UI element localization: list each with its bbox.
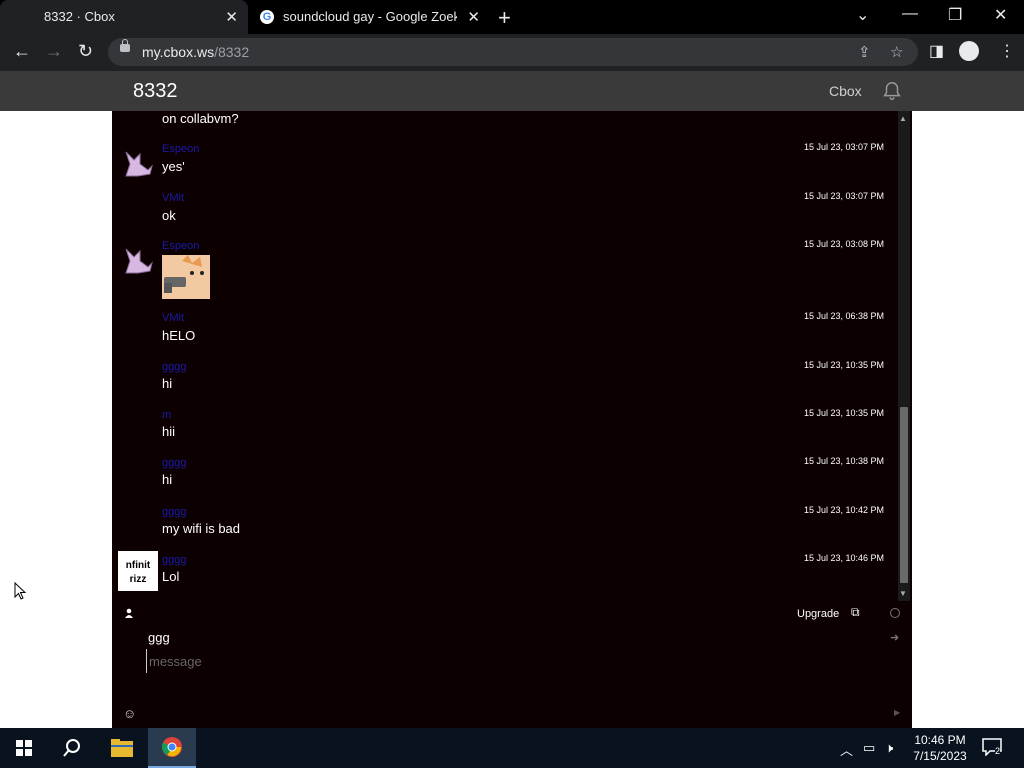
tab-title: 8332 · Cbox xyxy=(44,9,115,24)
message-text: yes' xyxy=(162,159,185,174)
chrome-taskbar-button[interactable] xyxy=(148,728,196,768)
espeon-avatar[interactable] xyxy=(118,142,158,182)
message-username[interactable]: gggg xyxy=(162,506,186,518)
message-username[interactable]: VMit xyxy=(162,192,184,204)
minimize-icon[interactable]: — xyxy=(902,5,918,23)
message-timestamp: 15 Jul 23, 03:08 PM xyxy=(803,239,884,249)
message-username[interactable]: gggg xyxy=(162,554,186,566)
show-hidden-icons-chevron-icon[interactable]: ︿ xyxy=(840,740,853,759)
share-icon[interactable]: ⇪ xyxy=(858,43,871,61)
message-timestamp: 15 Jul 23, 03:07 PM xyxy=(803,142,884,152)
notification-count-badge: 2 xyxy=(995,746,1001,756)
reload-icon[interactable]: ↻ xyxy=(78,41,93,62)
message-text: hELO xyxy=(162,328,196,343)
message-username[interactable]: gggg xyxy=(162,457,186,469)
url-text: my.cbox.ws/8332 xyxy=(142,44,250,60)
taskbar: ︿ ▭ 🕨 10:46 PM 7/15/2023 2 xyxy=(0,728,1024,768)
status-ring-icon xyxy=(890,608,900,618)
tab-title: soundcloud gay - Google Zoeken xyxy=(283,9,457,24)
search-button[interactable] xyxy=(48,728,96,768)
message-timestamp: 15 Jul 23, 10:35 PM xyxy=(803,408,884,418)
avatar-line2: rizz xyxy=(130,574,147,585)
infinite-rizz-avatar[interactable]: nfinit rizz xyxy=(118,551,158,591)
login-icon[interactable]: ➜ xyxy=(890,631,899,644)
clock-date: 7/15/2023 xyxy=(913,749,967,763)
google-icon: G xyxy=(260,10,274,24)
bell-icon[interactable] xyxy=(881,80,903,102)
message-username[interactable]: VMit xyxy=(162,312,184,324)
side-panel-icon[interactable]: ◨ xyxy=(929,41,944,61)
back-arrow-icon[interactable]: ← xyxy=(13,41,31,62)
message-timestamp: 15 Jul 23, 10:38 PM xyxy=(803,456,884,466)
tab-google-search[interactable]: G soundcloud gay - Google Zoeken ✕ xyxy=(250,0,490,34)
message-username[interactable]: Espeon xyxy=(162,143,199,155)
browser-toolbar: ← → ↻ my.cbox.ws/8332 ⇪ ☆ ◨ ⋮ xyxy=(0,34,1024,71)
box-title: 8332 xyxy=(133,80,178,102)
avatar-line1: nfinit xyxy=(126,560,151,571)
clock-time: 10:46 PM xyxy=(914,733,966,747)
close-tab-icon[interactable]: ✕ xyxy=(467,8,480,26)
menu-kebab-icon[interactable]: ⋮ xyxy=(999,41,1015,61)
cbox-link[interactable]: Cbox xyxy=(829,83,862,99)
send-arrow-icon[interactable]: ▶ xyxy=(894,708,900,717)
close-tab-icon[interactable]: ✕ xyxy=(225,8,238,26)
site-header: 8332 Cbox xyxy=(0,71,1024,111)
lock-icon xyxy=(120,39,130,52)
start-button[interactable] xyxy=(0,728,48,768)
network-icon[interactable]: ▭ xyxy=(863,740,875,756)
message-text: hii xyxy=(162,424,176,439)
profile-avatar-icon[interactable] xyxy=(959,41,979,61)
message-username[interactable]: Espeon xyxy=(162,240,199,252)
message-text: my wifi is bad xyxy=(162,521,241,536)
message-timestamp: 15 Jul 23, 10:42 PM xyxy=(803,505,884,515)
message-list[interactable]: on collabvm? Espeon yes' 15 Jul 23, 03:0… xyxy=(112,111,896,601)
windows-logo-icon xyxy=(16,740,32,756)
upgrade-link[interactable]: Upgrade xyxy=(797,608,839,620)
new-tab-icon[interactable]: + xyxy=(498,5,511,31)
tab-cbox[interactable]: 8332 · Cbox ✕ xyxy=(0,0,248,34)
address-bar[interactable]: my.cbox.ws/8332 ⇪ ☆ xyxy=(108,38,918,66)
folder-icon xyxy=(111,739,133,757)
message-timestamp: 15 Jul 23, 10:35 PM xyxy=(803,360,884,370)
bookmark-star-icon[interactable]: ☆ xyxy=(890,43,903,61)
message-text: on collabvm? xyxy=(162,111,239,126)
cat-with-gun-sticker xyxy=(162,255,210,299)
scrollbar-thumb[interactable] xyxy=(900,407,908,583)
message-username[interactable]: gggg xyxy=(162,361,186,373)
scroll-down-icon[interactable]: ▼ xyxy=(899,589,907,598)
message-text: hi xyxy=(162,472,173,487)
user-icon[interactable] xyxy=(124,608,134,618)
chrome-icon xyxy=(161,737,182,757)
chat-box: on collabvm? Espeon yes' 15 Jul 23, 03:0… xyxy=(112,111,912,728)
tab-strip: 8332 · Cbox ✕ G soundcloud gay - Google … xyxy=(0,0,1024,34)
emoji-icon[interactable]: ☺ xyxy=(123,706,136,721)
volume-muted-icon[interactable]: 🕨 xyxy=(885,740,893,756)
search-icon xyxy=(63,739,80,757)
mouse-cursor-icon xyxy=(14,582,26,600)
forward-arrow-icon[interactable]: → xyxy=(45,41,63,62)
tab-search-chevron-icon[interactable]: ⌄ xyxy=(856,5,869,25)
message-input[interactable] xyxy=(146,649,751,673)
name-field[interactable]: ggg xyxy=(148,630,170,645)
restore-icon[interactable]: ❐ xyxy=(948,5,962,25)
file-explorer-button[interactable] xyxy=(98,728,146,768)
message-text: ok xyxy=(162,208,176,223)
message-username[interactable]: m xyxy=(162,409,171,421)
message-timestamp: 15 Jul 23, 03:07 PM xyxy=(803,191,884,201)
message-timestamp: 15 Jul 23, 06:38 PM xyxy=(803,311,884,321)
popout-icon[interactable]: ⧉ xyxy=(851,605,860,620)
message-text: Lol xyxy=(162,569,180,584)
message-text: hi xyxy=(162,376,173,391)
close-window-icon[interactable]: ✕ xyxy=(994,5,1007,25)
espeon-avatar[interactable] xyxy=(118,239,158,279)
message-scrollbar[interactable]: ▲ ▼ xyxy=(898,111,910,601)
message-timestamp: 15 Jul 23, 10:46 PM xyxy=(803,553,884,563)
scroll-up-icon[interactable]: ▲ xyxy=(899,114,907,123)
system-clock[interactable]: 10:46 PM 7/15/2023 xyxy=(905,732,975,764)
